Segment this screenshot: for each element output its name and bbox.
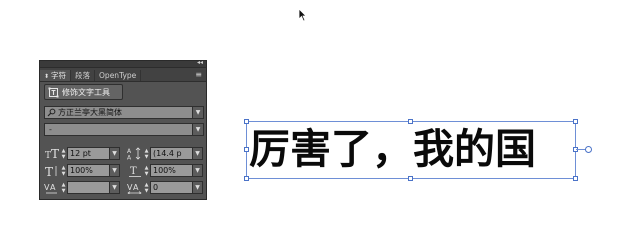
leading-control: AA ▲ ▼ (14.4 p ▼ <box>126 147 203 160</box>
character-panel: ◂◂ ⬍字符 段落 OpenType ≡ 修饰文字工具 方正兰亭大黑简体 ▼ <box>39 59 207 200</box>
svg-text:A: A <box>127 155 132 161</box>
panel-tabs: ⬍ 字符 段落 OpenType ≡ <box>40 68 206 82</box>
leading-stepper[interactable]: ▲ ▼ <box>143 147 150 160</box>
tab-character-label: 字符 <box>51 71 67 80</box>
font-size-input[interactable]: 12 pt ▼ <box>67 147 120 160</box>
resize-handle-bottom[interactable] <box>408 176 413 181</box>
vertical-scale-icon: T <box>43 164 60 177</box>
chevron-down-icon[interactable]: ▼ <box>192 107 203 118</box>
tracking-input[interactable]: 0 ▼ <box>150 181 203 194</box>
vertical-scale-value: 100% <box>70 166 93 175</box>
leading-icon: AA <box>126 147 143 160</box>
horizontal-scale-input[interactable]: 100% ▼ <box>150 164 203 177</box>
svg-text:T: T <box>51 148 59 159</box>
kerning-control: VA ▲ ▼ ▼ <box>43 181 120 194</box>
font-size-stepper[interactable]: ▲ ▼ <box>60 147 67 160</box>
resize-handle-top[interactable] <box>408 119 413 124</box>
resize-handle-top-right[interactable] <box>573 119 578 124</box>
resize-handle-left[interactable] <box>244 147 249 152</box>
selected-text-object[interactable]: 厉害了，我的国 <box>244 119 592 181</box>
touch-type-label: 修饰文字工具 <box>62 87 110 97</box>
kerning-stepper[interactable]: ▲ ▼ <box>60 181 67 194</box>
tracking-control: VA ▲ ▼ 0 ▼ <box>126 181 203 194</box>
tab-paragraph-label: 段落 <box>75 71 91 80</box>
kerning-icon: VA <box>43 181 60 194</box>
resize-handle-bottom-left[interactable] <box>244 176 249 181</box>
font-size-control: TT ▲ ▼ 12 pt ▼ <box>43 147 120 160</box>
tracking-icon: VA <box>126 181 143 194</box>
font-size-icon: TT <box>43 147 60 160</box>
tab-opentype-label: OpenType <box>99 71 137 80</box>
chevron-down-icon[interactable]: ▼ <box>109 148 119 159</box>
touch-type-tool-button[interactable]: 修饰文字工具 <box>44 84 123 100</box>
chevron-down-icon[interactable]: ▼ <box>109 182 119 193</box>
horizontal-scale-icon: T <box>126 164 143 177</box>
vertical-scale-input[interactable]: 100% ▼ <box>67 164 120 177</box>
leading-input[interactable]: (14.4 p ▼ <box>150 147 203 160</box>
tab-toggle-icon[interactable]: ⬍ <box>44 73 49 80</box>
font-size-value: 12 pt <box>70 149 91 158</box>
font-family-value: 方正兰亭大黑简体 <box>58 108 122 117</box>
tab-paragraph[interactable]: 段落 <box>71 70 96 81</box>
font-family-select[interactable]: 方正兰亭大黑简体 ▼ <box>44 106 204 119</box>
leading-value: (14.4 p <box>153 149 182 158</box>
svg-text:A: A <box>50 183 56 192</box>
horizontal-scale-value: 100% <box>153 166 176 175</box>
chevron-down-icon[interactable]: ▼ <box>192 182 202 193</box>
tracking-stepper[interactable]: ▲ ▼ <box>143 181 150 194</box>
svg-text:T: T <box>45 165 53 177</box>
font-style-select[interactable]: - ▼ <box>44 123 204 136</box>
panel-menu-icon[interactable]: ≡ <box>195 70 202 79</box>
search-icon <box>45 108 57 117</box>
chevron-down-icon[interactable]: ▼ <box>109 165 119 176</box>
mouse-cursor-icon <box>298 7 307 26</box>
tracking-value: 0 <box>153 183 159 192</box>
chevron-down-icon[interactable]: ▼ <box>192 165 202 176</box>
chevron-down-icon[interactable]: ▼ <box>192 148 202 159</box>
vertical-scale-control: T ▲ ▼ 100% ▼ <box>43 164 120 177</box>
font-style-value: - <box>49 125 52 134</box>
resize-handle-top-left[interactable] <box>244 119 249 124</box>
resize-handle-bottom-right[interactable] <box>573 176 578 181</box>
svg-text:A: A <box>133 183 139 192</box>
tab-character[interactable]: ⬍ 字符 <box>40 70 72 81</box>
panel-title-bar[interactable]: ◂◂ <box>40 59 206 68</box>
horizontal-scale-control: T ▲ ▼ 100% ▼ <box>126 164 203 177</box>
tab-opentype[interactable]: OpenType <box>95 70 142 81</box>
svg-text:T: T <box>130 166 137 177</box>
kerning-input[interactable]: ▼ <box>67 181 120 194</box>
type-extension-handle[interactable] <box>585 146 592 153</box>
vertical-scale-stepper[interactable]: ▲ ▼ <box>60 164 67 177</box>
bounding-box <box>246 121 576 179</box>
collapse-icon[interactable]: ◂◂ <box>197 59 203 67</box>
chevron-down-icon[interactable]: ▼ <box>192 124 203 135</box>
touch-type-icon <box>48 87 59 98</box>
horizontal-scale-stepper[interactable]: ▲ ▼ <box>143 164 150 177</box>
